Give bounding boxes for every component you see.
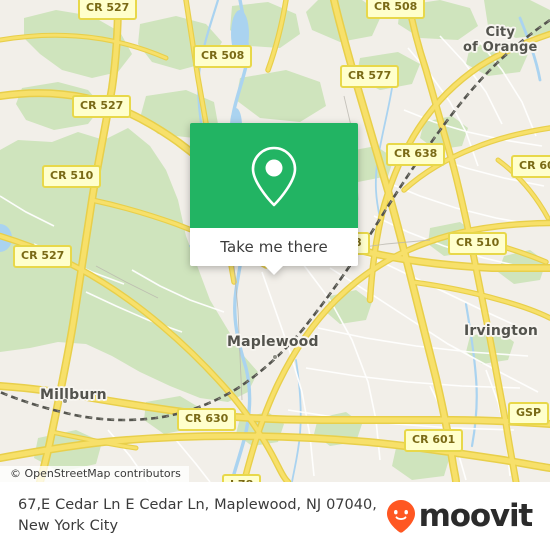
road-shield-cr-508: CR 508 <box>193 45 253 68</box>
osm-attribution[interactable]: © OpenStreetMap contributors <box>0 466 189 482</box>
moovit-pin-icon <box>386 500 415 533</box>
road-shield-cr-527-left: CR 527 <box>13 245 73 268</box>
location-pin-icon <box>251 146 297 206</box>
moovit-wordmark: moovit <box>418 497 534 534</box>
road-shield-cr-638: CR 638 <box>386 143 446 166</box>
road-shield-cr-577: CR 577 <box>340 65 400 88</box>
moovit-logo[interactable]: moovit <box>386 499 538 533</box>
road-shield-cr-601: CR 601 <box>404 429 464 452</box>
road-shield-cr-527-top: CR 527 <box>78 0 138 20</box>
footer-bar: 67,E Cedar Ln E Cedar Ln, Maplewood, NJ … <box>0 482 550 550</box>
map-canvas[interactable]: City of Orange Irvington Maplewood Millb… <box>0 0 550 482</box>
road-shield-cr-527-upper-left: CR 527 <box>72 95 132 118</box>
take-me-there-label: Take me there <box>220 238 328 256</box>
city-dot-maplewood <box>272 354 278 360</box>
moovit-map-screenshot: City of Orange Irvington Maplewood Millb… <box>0 0 550 550</box>
road-shield-cr-605: CR 605 <box>511 155 550 178</box>
road-shield-cr-508-top: CR 508 <box>366 0 426 19</box>
popup-cta-area[interactable]: Take me there <box>190 228 358 275</box>
road-shield-cr-510-left: CR 510 <box>42 165 102 188</box>
address-text: 67,E Cedar Ln E Cedar Ln, Maplewood, NJ … <box>18 497 377 534</box>
road-shield-cr-510-right: CR 510 <box>448 232 508 255</box>
destination-popup-card[interactable]: Take me there <box>190 123 358 275</box>
road-shield-i-78: I 78 <box>222 474 262 482</box>
popup-pin-area <box>190 123 358 228</box>
popup-tail-arrow <box>265 266 283 275</box>
road-shield-gsp: GSP <box>508 402 550 425</box>
attribution-text: © OpenStreetMap contributors <box>10 467 181 480</box>
city-dot-millburn <box>62 398 68 404</box>
road-shield-cr-630: CR 630 <box>177 408 237 431</box>
